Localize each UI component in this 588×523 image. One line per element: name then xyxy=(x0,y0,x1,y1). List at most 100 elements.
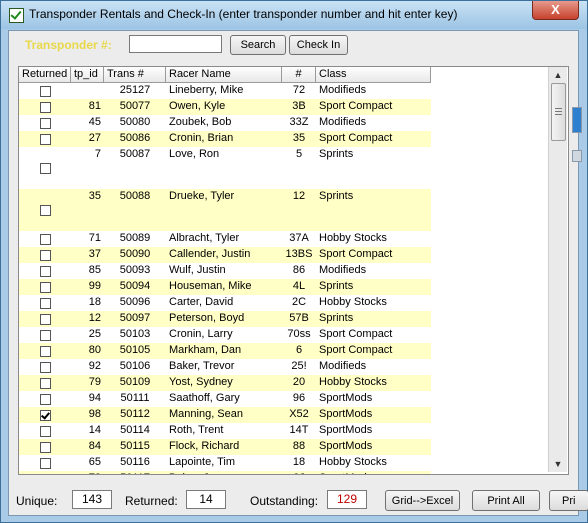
column-header-number[interactable]: # xyxy=(282,67,316,83)
tp-id-cell: 94 xyxy=(88,392,101,404)
tp-id-cell: 73 xyxy=(71,471,104,474)
tp-id-cell: 71 xyxy=(88,232,101,244)
table-row[interactable]: 25127 Lineberry, Mike 72 Modifieds xyxy=(19,83,431,99)
table-row[interactable]: 27 50086 Cronin, Brian 35 Sport Compact xyxy=(19,131,431,147)
tp-id-cell: 18 xyxy=(88,296,101,308)
returned-checkbox[interactable] xyxy=(39,205,51,216)
class-cell: Hobby Stocks xyxy=(319,232,387,244)
table-row[interactable]: 92 50106 Baker, Trevor 25! Modifieds xyxy=(19,359,431,375)
returned-checkbox[interactable] xyxy=(39,134,51,145)
column-header-class[interactable]: Class xyxy=(316,67,431,83)
grid-to-excel-button[interactable]: Grid-->Excel xyxy=(385,490,460,511)
returned-checkbox[interactable] xyxy=(39,163,51,174)
returned-checkbox[interactable] xyxy=(39,282,51,293)
tp-id-cell: 81 xyxy=(88,100,101,112)
returned-cell xyxy=(19,455,71,471)
tp-id-cell: 84 xyxy=(88,440,101,452)
table-row[interactable]: 37 50090 Callender, Justin 13BS Sport Compac… xyxy=(19,247,431,263)
close-button[interactable]: X xyxy=(532,1,579,20)
class-cell: Sport Compact xyxy=(319,100,393,112)
check-in-button[interactable]: Check In xyxy=(289,35,348,55)
table-row[interactable]: 98 50112 Manning, Sean X52 SportMods xyxy=(19,407,431,423)
table-row[interactable]: 7 50087 Love, Ron 5 Sprints xyxy=(19,147,431,189)
racer-name-cell: Manning, Sean xyxy=(169,408,243,420)
returned-checkbox[interactable] xyxy=(39,86,51,97)
column-header-trans[interactable]: Trans # xyxy=(104,67,166,83)
print-all-button[interactable]: Print All xyxy=(472,490,540,511)
racer-name-cell: Peterson, Boyd xyxy=(169,312,245,324)
returned-checkbox[interactable] xyxy=(39,458,51,469)
tp-id-cell: 7 xyxy=(94,148,101,160)
table-row[interactable]: 80 50105 Markham, Dan 6 Sport Compact xyxy=(19,343,431,359)
column-header-returned[interactable]: Returned xyxy=(19,67,71,83)
table-row[interactable]: 79 50109 Yost, Sydney 20 Hobby Stocks xyxy=(19,375,431,391)
trans-cell: 50087 xyxy=(119,148,151,160)
returned-checkbox[interactable] xyxy=(39,410,51,421)
table-row[interactable]: 12 50097 Peterson, Boyd 57B Sprints xyxy=(19,311,431,327)
table-row[interactable]: 71 50089 Albracht, Tyler 37A Hobby Stocks xyxy=(19,231,431,247)
returned-checkbox[interactable] xyxy=(39,102,51,113)
column-header-tp-id[interactable]: tp_id xyxy=(71,67,104,83)
title-bar[interactable]: Transponder Rentals and Check-In (enter … xyxy=(1,1,587,29)
returned-checkbox[interactable] xyxy=(39,234,51,245)
returned-checkbox[interactable] xyxy=(39,394,51,405)
grid-body: 25127 Lineberry, Mike 72 Modifieds 81 50077 Ow… xyxy=(19,83,431,474)
table-row[interactable]: 35 50088 Drueke, Tyler 12 Sprints xyxy=(19,189,431,231)
column-header-racer-name[interactable]: Racer Name xyxy=(166,67,282,83)
print-button[interactable]: Pri xyxy=(549,490,588,511)
car-number-cell: 57B xyxy=(289,312,309,324)
racer-name-cell: Baker, Jeremy xyxy=(166,471,282,474)
table-row[interactable]: 94 50111 Saathoff, Gary 96 SportMods xyxy=(19,391,431,407)
table-row[interactable]: 85 50093 Wulf, Justin 86 Modifieds xyxy=(19,263,431,279)
class-cell: SportMods xyxy=(319,408,373,420)
class-cell: Modifieds xyxy=(319,116,367,128)
scroll-up-arrow-icon[interactable]: ▲ xyxy=(549,67,567,83)
table-row[interactable]: 14 50114 Roth, Trent 14T SportMods xyxy=(19,423,431,439)
returned-cell xyxy=(19,391,71,407)
table-row[interactable]: 81 50077 Owen, Kyle 3B Sport Compact xyxy=(19,99,431,115)
class-cell: Hobby Stocks xyxy=(319,376,387,388)
scroll-thumb[interactable] xyxy=(551,83,566,141)
table-row[interactable]: 45 50080 Zoubek, Bob 33Z Modifieds xyxy=(19,115,431,131)
trans-cell: 50080 xyxy=(119,116,151,128)
table-row[interactable]: 99 50094 Houseman, Mike 4L Sprints xyxy=(19,279,431,295)
table-row[interactable]: 18 50096 Carter, David 2C Hobby Stocks xyxy=(19,295,431,311)
scroll-down-arrow-icon[interactable]: ▼ xyxy=(549,456,567,472)
returned-checkbox[interactable] xyxy=(39,346,51,357)
returned-cell xyxy=(19,295,71,311)
search-button[interactable]: Search xyxy=(230,35,286,55)
side-tab[interactable] xyxy=(572,150,582,162)
grid-header: Returned tp_id Trans # Racer Name # Clas… xyxy=(19,67,431,83)
returned-cell xyxy=(19,343,71,359)
tp-id-cell: 79 xyxy=(88,376,101,388)
returned-checkbox[interactable] xyxy=(39,330,51,341)
side-tab-active[interactable] xyxy=(572,107,582,133)
class-cell: Sport Compact xyxy=(319,132,393,144)
class-cell: SportMods xyxy=(319,440,373,452)
returned-checkbox[interactable] xyxy=(39,426,51,437)
car-number-cell: 33Z xyxy=(289,116,309,128)
returned-cell xyxy=(19,423,71,439)
returned-checkbox[interactable] xyxy=(39,378,51,389)
car-number-cell: 70ss xyxy=(287,328,311,340)
table-row[interactable]: 84 50115 Flock, Richard 88 SportMods xyxy=(19,439,431,455)
grid-vertical-scrollbar[interactable]: ▲ ▼ xyxy=(548,67,567,472)
returned-cell xyxy=(19,83,71,99)
outstanding-count: 129 xyxy=(327,490,367,509)
tp-id-cell: 27 xyxy=(88,132,101,144)
returned-checkbox[interactable] xyxy=(39,118,51,129)
table-row[interactable]: 65 50116 Lapointe, Tim 18 Hobby Stocks xyxy=(19,455,431,471)
returned-checkbox[interactable] xyxy=(39,314,51,325)
transponder-label: Transponder #: xyxy=(25,38,112,52)
returned-checkbox[interactable] xyxy=(39,362,51,373)
transponder-input[interactable] xyxy=(129,35,222,53)
class-cell: SportMods xyxy=(316,471,431,474)
trans-cell: 50088 xyxy=(119,190,151,202)
table-row[interactable]: 7350117Baker, Jeremy3JSportMods xyxy=(19,471,431,474)
racer-name-cell: Lapointe, Tim xyxy=(169,456,236,468)
returned-checkbox[interactable] xyxy=(39,442,51,453)
returned-checkbox[interactable] xyxy=(39,250,51,261)
returned-checkbox[interactable] xyxy=(39,266,51,277)
table-row[interactable]: 25 50103 Cronin, Larry 70ss Sport Compact xyxy=(19,327,431,343)
returned-checkbox[interactable] xyxy=(39,298,51,309)
